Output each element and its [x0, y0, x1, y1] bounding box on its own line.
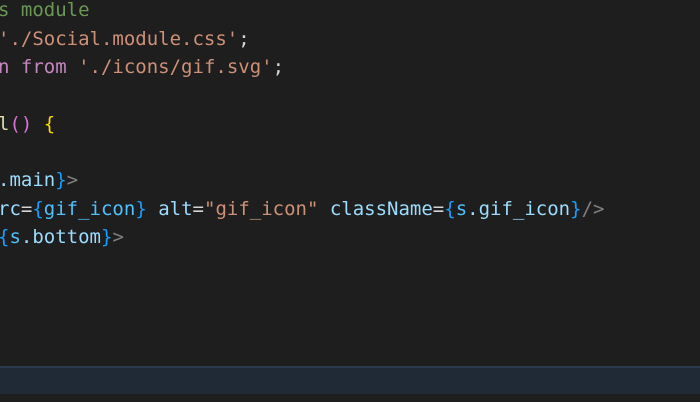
code-line-1: s module: [0, 0, 90, 26]
code-token: }: [55, 169, 67, 191]
code-token: s module: [0, 0, 90, 21]
code-token: './Social.module.css': [0, 28, 239, 50]
code-area[interactable]: s module './Social.module.css'; n from '…: [0, 0, 700, 365]
code-token: >: [66, 169, 79, 191]
code-token: rc: [0, 198, 21, 220]
code-token: s: [9, 226, 21, 248]
code-token: s: [455, 198, 468, 220]
code-token: .bottom: [20, 226, 101, 248]
code-token: =: [432, 198, 445, 220]
code-token: (): [9, 113, 33, 135]
code-line-5: l() {: [0, 112, 55, 140]
code-line-3: n from './icons/gif.svg';: [0, 55, 284, 83]
code-token: >: [112, 226, 124, 248]
code-token: {: [444, 198, 456, 220]
code-token: {: [32, 198, 44, 220]
code-token: />: [581, 198, 605, 220]
code-line-8: rc={gif_icon} alt="gif_icon" className={…: [0, 197, 604, 225]
code-token: from: [20, 56, 67, 78]
code-token: .main: [0, 169, 56, 191]
code-token: n: [0, 56, 21, 78]
code-editor[interactable]: s module './Social.module.css'; n from '…: [0, 0, 700, 402]
code-line-2: './Social.module.css';: [0, 27, 250, 55]
code-token: }: [570, 198, 582, 220]
code-token: ;: [272, 56, 285, 78]
code-token: }: [100, 226, 113, 248]
code-token: =: [192, 198, 204, 220]
code-token: "gif_icon": [204, 198, 319, 220]
bottom-strip: [0, 394, 700, 402]
code-token: {: [43, 113, 56, 135]
code-line-9: {s.bottom}>: [0, 225, 124, 253]
code-token: className: [329, 198, 433, 220]
code-token: =: [20, 198, 33, 220]
code-line-7: .main}>: [0, 168, 78, 196]
panel-divider: [0, 366, 700, 394]
code-token: alt: [158, 198, 193, 220]
code-token: ;: [238, 28, 250, 50]
code-token: .gif_icon: [467, 198, 571, 220]
code-token: './icons/gif.svg': [78, 56, 273, 78]
code-token: gif_icon: [43, 198, 136, 220]
code-token: }: [135, 198, 147, 220]
